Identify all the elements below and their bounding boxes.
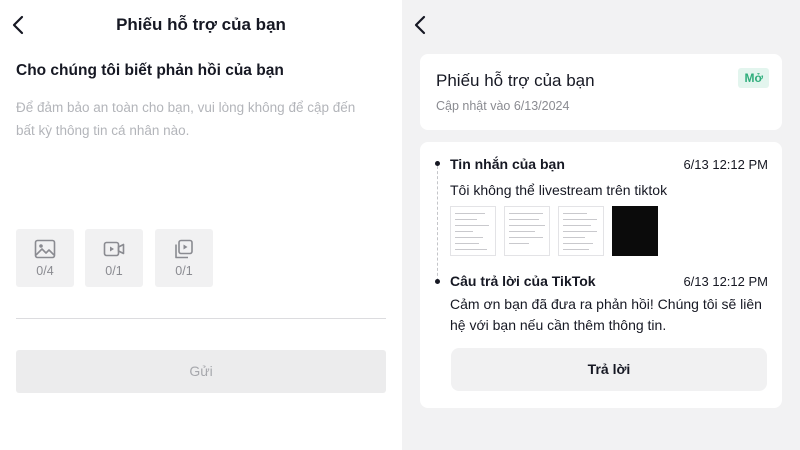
- message-sender: Tin nhắn của bạn: [450, 156, 565, 172]
- feedback-prompt: Cho chúng tôi biết phản hồi của bạn: [16, 62, 284, 79]
- feedback-form-panel: Phiếu hỗ trợ của bạn Cho chúng tôi biết …: [0, 0, 402, 450]
- timeline-line: [437, 166, 438, 281]
- message-sender: Câu trả lời của TikTok: [450, 273, 596, 289]
- feedback-input[interactable]: Để đảm bảo an toàn cho bạn, vui lòng khô…: [16, 96, 376, 142]
- timeline-dot: [435, 279, 440, 284]
- file-icon: [175, 239, 193, 259]
- back-button[interactable]: [410, 12, 432, 38]
- divider: [16, 318, 386, 319]
- message-time: 6/13 12:12 PM: [683, 157, 768, 172]
- message-time: 6/13 12:12 PM: [683, 274, 768, 289]
- image-count: 0/4: [36, 264, 54, 278]
- ticket-summary-card: Phiếu hỗ trợ của bạn Cập nhật vào 6/13/2…: [420, 54, 782, 130]
- message-text: Tôi không thể livestream trên tiktok: [450, 182, 668, 198]
- timeline-dot: [435, 161, 440, 166]
- status-badge: Mở: [738, 68, 769, 88]
- attach-video-button[interactable]: 0/1: [85, 229, 143, 287]
- chevron-left-icon: [414, 15, 426, 35]
- image-icon: [34, 239, 56, 259]
- screenshot-thumbnail[interactable]: [612, 206, 658, 256]
- attach-file-button[interactable]: 0/1: [155, 229, 213, 287]
- send-button[interactable]: Gửi: [16, 350, 386, 393]
- screenshot-thumbnail[interactable]: [558, 206, 604, 256]
- video-count: 0/1: [105, 264, 123, 278]
- file-count: 0/1: [175, 264, 193, 278]
- attach-image-button[interactable]: 0/4: [16, 229, 74, 287]
- reply-button[interactable]: Trả lời: [451, 348, 767, 391]
- ticket-detail-panel: Phiếu hỗ trợ của bạn Cập nhật vào 6/13/2…: [402, 0, 800, 450]
- video-icon: [103, 241, 125, 257]
- screenshot-thumbnail[interactable]: [450, 206, 496, 256]
- ticket-updated-date: Cập nhật vào 6/13/2024: [436, 99, 570, 113]
- conversation-card: Tin nhắn của bạn 6/13 12:12 PM Tôi không…: [420, 142, 782, 408]
- page-title: Phiếu hỗ trợ của bạn: [116, 15, 286, 34]
- screenshot-thumbnail[interactable]: [504, 206, 550, 256]
- ticket-title: Phiếu hỗ trợ của bạn: [436, 71, 595, 90]
- message-text: Cảm ơn bạn đã đưa ra phản hồi! Chúng tôi…: [450, 296, 762, 333]
